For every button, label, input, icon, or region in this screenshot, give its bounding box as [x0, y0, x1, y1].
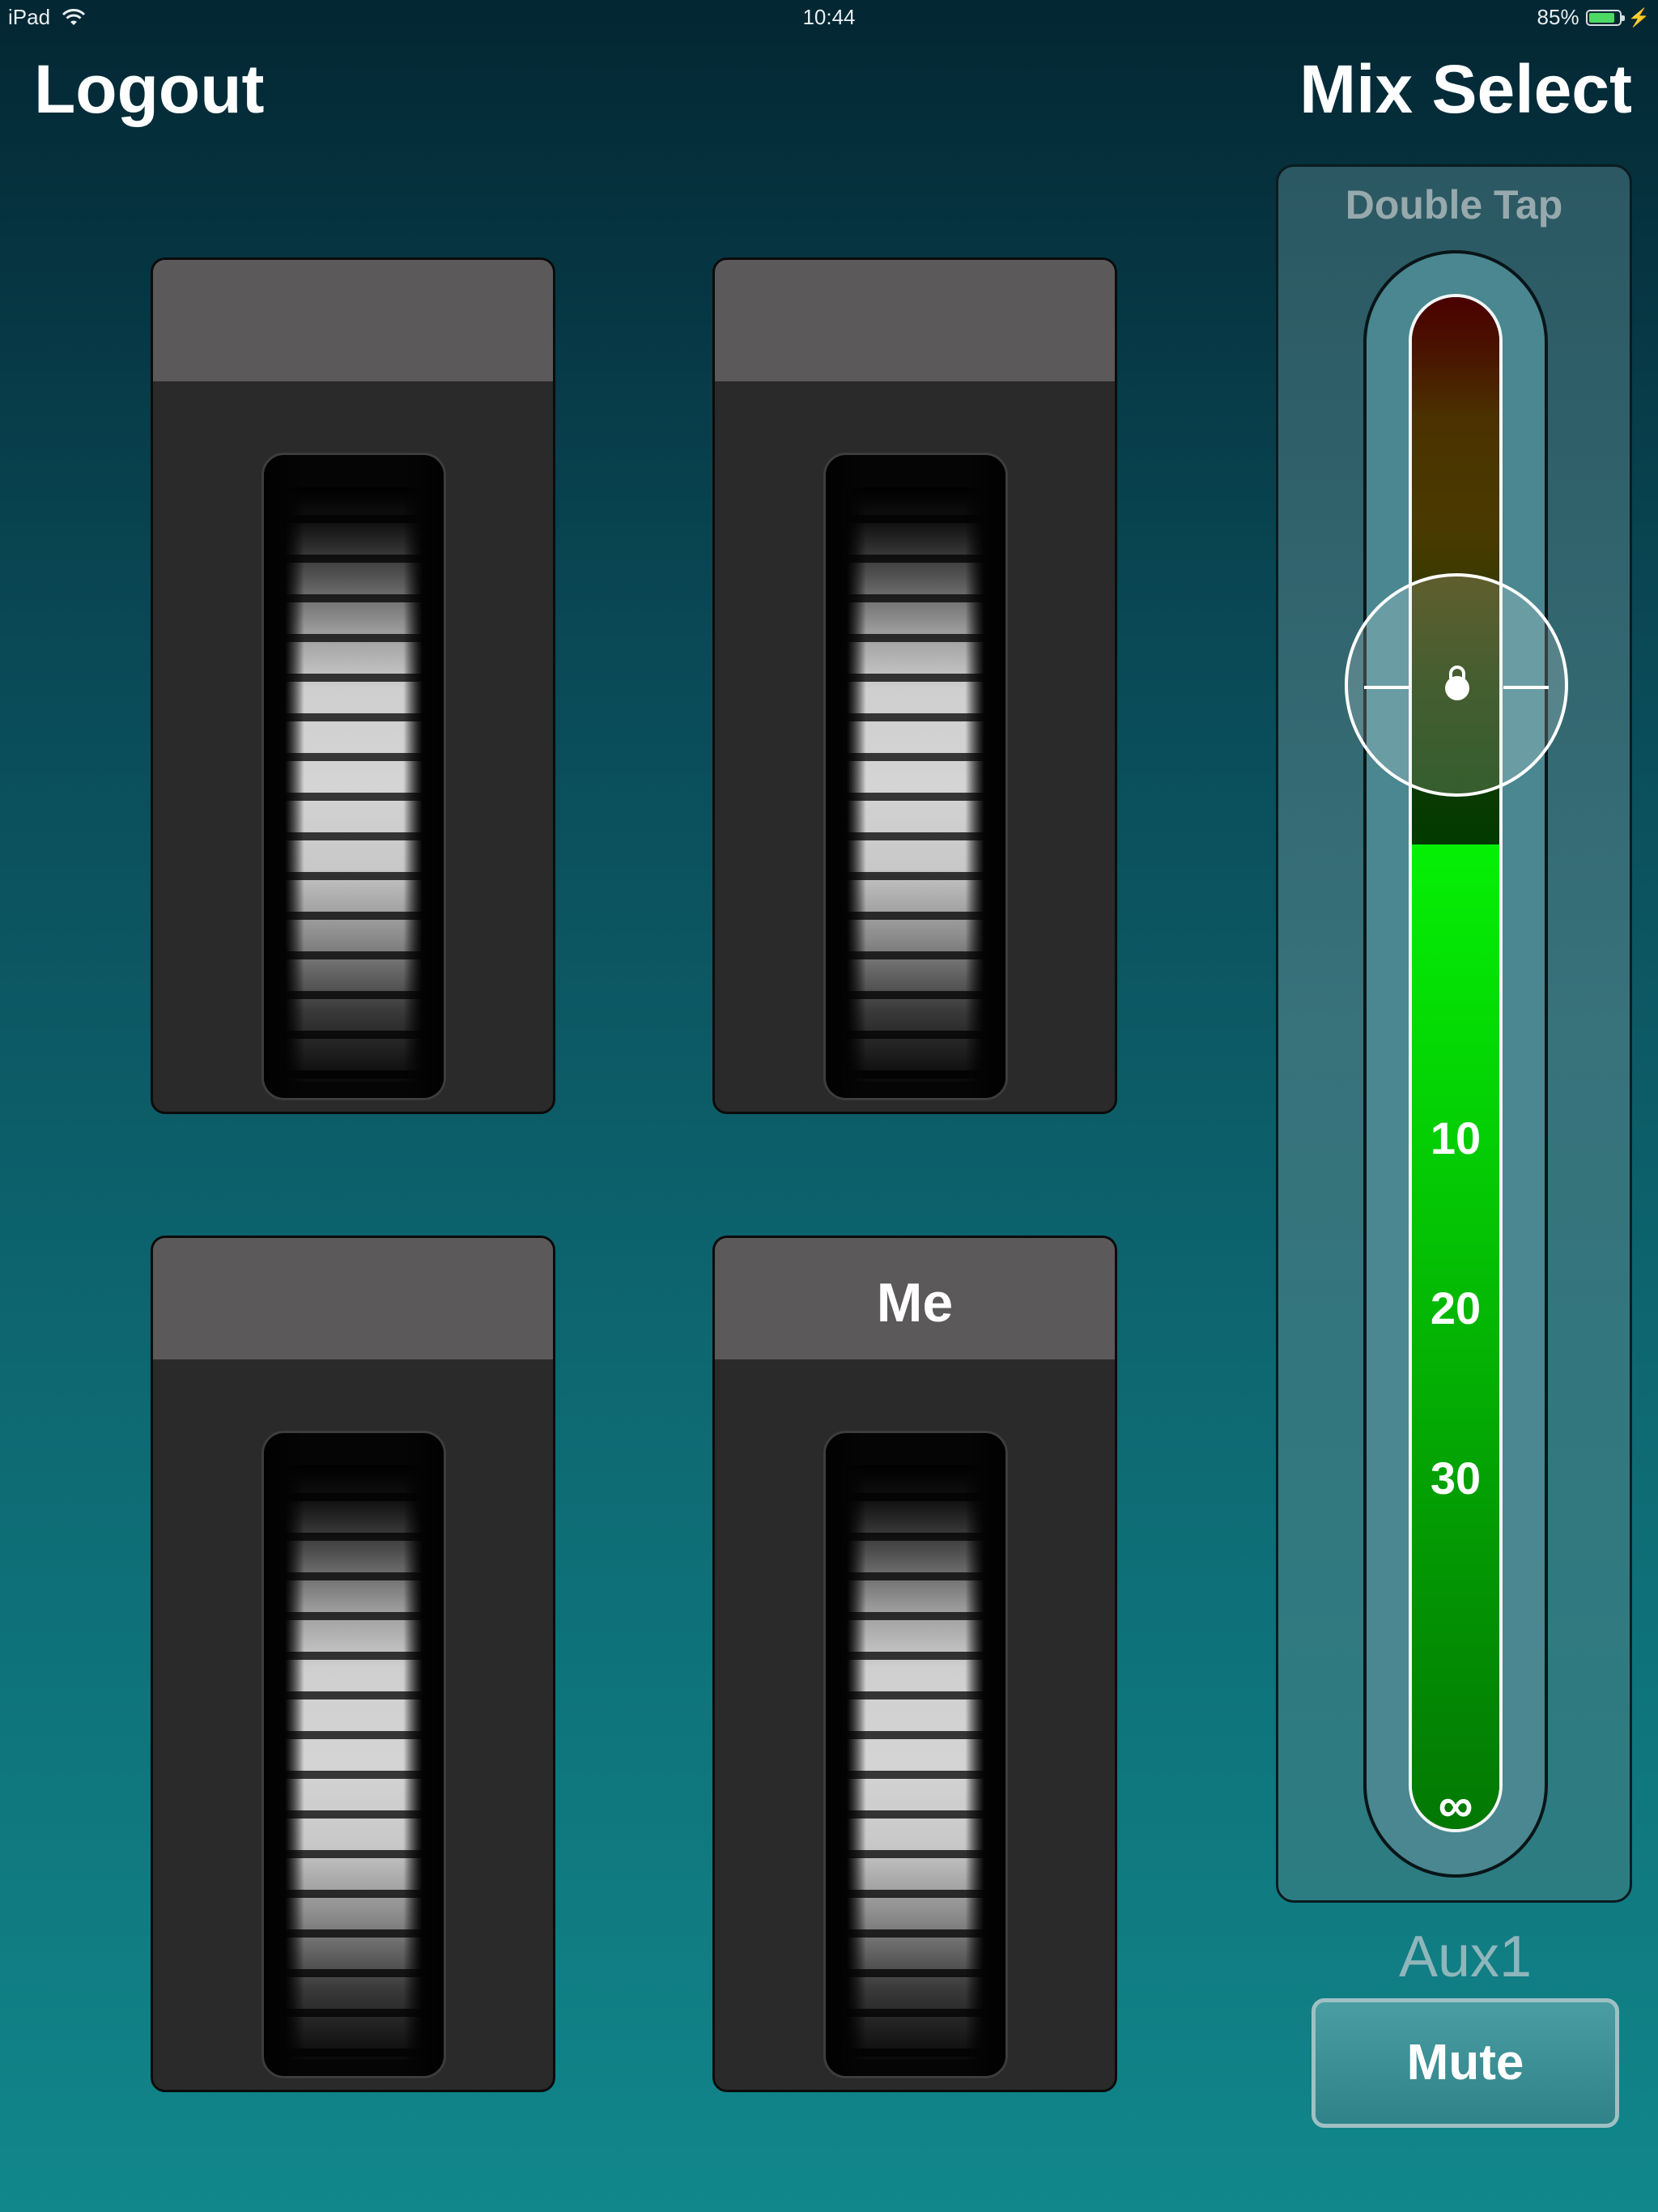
channel-name-2[interactable] [715, 260, 1115, 381]
level-meter: 10 20 30 ∞ [1409, 294, 1503, 1832]
meter-level-fill [1412, 844, 1499, 1829]
master-fader-panel: Double Tap 10 20 30 ∞ [1276, 164, 1632, 1903]
channel-strip-2 [712, 257, 1117, 1114]
lock-icon [1445, 666, 1469, 700]
battery-percent: 85% [1537, 5, 1579, 29]
bus-name-label: Aux1 [1398, 1925, 1533, 1989]
channel-name-3[interactable] [153, 1238, 553, 1359]
channel-fader-1[interactable] [261, 453, 446, 1100]
logout-button[interactable]: Logout [34, 55, 265, 123]
channel-name-4[interactable]: Me [715, 1238, 1115, 1359]
mix-select-button[interactable]: Mix Select [1299, 55, 1632, 123]
battery-fill [1588, 12, 1614, 23]
channel-fader-2[interactable] [823, 453, 1008, 1100]
channel-name-1[interactable] [153, 260, 553, 381]
battery-tip [1621, 15, 1625, 21]
scale-label-30: 30 [1430, 1453, 1482, 1504]
channel-strip-1 [151, 257, 555, 1114]
status-bar: iPad 10:44 85% ⚡ [0, 0, 1658, 32]
channel-strip-3 [151, 1236, 555, 2092]
double-tap-hint: Double Tap [1345, 182, 1563, 228]
charging-bolt-icon: ⚡ [1627, 6, 1650, 28]
knob-right-mark [1503, 686, 1549, 689]
channel-strip-4: Me [712, 1236, 1117, 2092]
scale-label-infinity: ∞ [1438, 1778, 1473, 1832]
master-fader-knob[interactable] [1345, 573, 1568, 797]
mute-button[interactable]: Mute [1312, 1998, 1619, 2128]
channel-fader-4[interactable] [823, 1431, 1008, 2078]
battery-icon [1585, 9, 1625, 26]
scale-label-20: 20 [1430, 1283, 1482, 1334]
knob-left-mark [1364, 686, 1409, 689]
scale-label-10: 10 [1430, 1112, 1482, 1163]
channel-fader-3[interactable] [261, 1431, 446, 2078]
status-time: 10:44 [802, 5, 856, 29]
status-bar-right: 85% ⚡ [1537, 5, 1650, 30]
